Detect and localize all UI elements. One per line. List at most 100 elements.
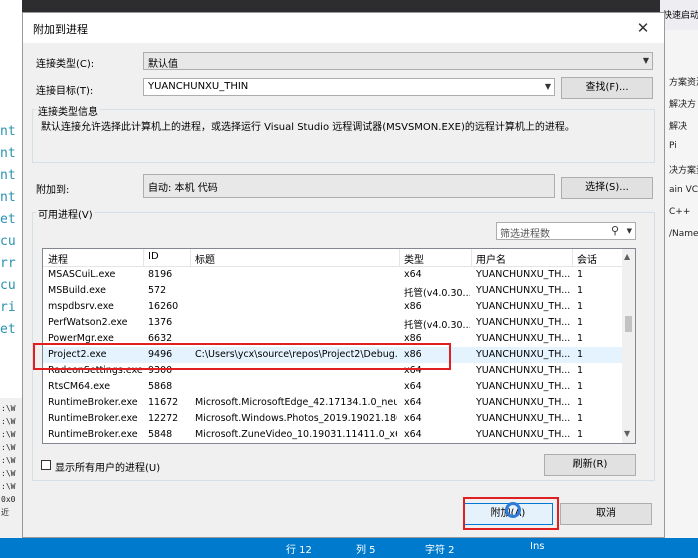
- column-header-title[interactable]: 标题: [195, 251, 215, 266]
- connection-info-title: 连接类型信息: [36, 103, 100, 118]
- process-name: mspdbsrv.exe: [48, 301, 114, 312]
- process-session: 1: [577, 381, 584, 392]
- code-fragment: nt: [0, 190, 16, 205]
- code-fragment: et: [0, 322, 16, 337]
- solution-explorer-text: /Name: [669, 229, 698, 239]
- process-id: 572: [148, 285, 167, 296]
- close-icon[interactable]: ✕: [631, 16, 655, 40]
- table-row[interactable]: PerfWatson2.exe 1376 托管(v4.0.30... YUANCHUN…: [43, 315, 623, 331]
- column-divider[interactable]: [572, 249, 573, 266]
- process-user: YUANCHUNXU_TH...: [476, 413, 571, 424]
- process-type: x86: [404, 301, 422, 312]
- connection-target-combobox[interactable]: YUANCHUNXU_THIN ▼: [143, 78, 555, 96]
- table-row[interactable]: RuntimeBroker.exe 5848 Microsoft.ZuneVideo…: [43, 427, 623, 443]
- process-user: YUANCHUNXU_TH...: [476, 381, 571, 392]
- chevron-down-icon[interactable]: ▼: [627, 227, 632, 235]
- table-row[interactable]: mspdbsrv.exe 16260 x86 YUANCHUNXU_TH... 1: [43, 299, 623, 315]
- status-line: 行 12: [286, 545, 312, 556]
- column-divider[interactable]: [143, 249, 144, 266]
- code-fragment: cu: [0, 278, 16, 293]
- dialog-titlebar: 附加到进程 ✕: [23, 13, 664, 43]
- solution-explorer-text: Pi: [669, 141, 677, 151]
- show-all-users-checkbox[interactable]: [41, 460, 51, 470]
- process-id: 5868: [148, 381, 173, 392]
- select-code-type-button[interactable]: 选择(S)...: [561, 177, 653, 199]
- process-session: 1: [577, 333, 584, 344]
- column-header-id[interactable]: ID: [148, 251, 159, 265]
- table-row[interactable]: MSBuild.exe 572 托管(v4.0.30... YUANCHUNXU_TH…: [43, 283, 623, 299]
- refresh-button[interactable]: 刷新(R): [544, 454, 636, 476]
- filter-placeholder: 筛选进程数: [500, 229, 550, 240]
- dialog-title: 附加到进程: [33, 23, 88, 36]
- code-fragment: et: [0, 212, 16, 227]
- code-fragment: nt: [0, 168, 16, 183]
- process-user: YUANCHUNXU_TH...: [476, 333, 571, 344]
- process-user: YUANCHUNXU_TH...: [476, 301, 571, 312]
- process-name: RuntimeBroker.exe: [48, 413, 138, 424]
- process-type: x64: [404, 397, 422, 408]
- column-header-session[interactable]: 会话: [577, 251, 597, 266]
- highlight-box-attach: [463, 497, 559, 530]
- process-user: YUANCHUNXU_TH...: [476, 317, 571, 328]
- status-mode: Ins: [530, 541, 545, 552]
- scrollbar-thumb[interactable]: [625, 316, 632, 332]
- column-header-process[interactable]: 进程: [48, 251, 68, 266]
- process-user: YUANCHUNXU_TH...: [476, 429, 571, 440]
- column-divider[interactable]: [471, 249, 472, 266]
- connection-target-value: YUANCHUNXU_THIN: [148, 81, 249, 92]
- table-row[interactable]: RuntimeBroker.exe 11672 Microsoft.Microsof…: [43, 395, 623, 411]
- process-session: 1: [577, 301, 584, 312]
- process-session: 1: [577, 397, 584, 408]
- process-session: 1: [577, 317, 584, 328]
- connection-type-value: 默认值: [148, 59, 178, 70]
- quick-launch-area: 快速启动 (Ctrl+: [660, 0, 698, 30]
- table-row[interactable]: RtsCM64.exe 5868 x64 YUANCHUNXU_TH... 1: [43, 379, 623, 395]
- table-row[interactable]: MSASCuiL.exe 8196 x64 YUANCHUNXU_TH... 1: [43, 267, 623, 283]
- output-panel-background: :\W :\W :\W :\W :\W :\W :\W 0x0 近: [0, 398, 22, 538]
- chevron-down-icon: ▼: [642, 56, 649, 65]
- chevron-down-icon[interactable]: ▼: [624, 429, 630, 438]
- attach-to-label: 附加到:: [36, 185, 70, 196]
- solution-explorer-text: 决方案资: [669, 166, 698, 176]
- process-user: YUANCHUNXU_TH...: [476, 397, 571, 408]
- column-divider[interactable]: [190, 249, 191, 266]
- process-id: 5848: [148, 429, 173, 440]
- output-text: :\W :\W :\W :\W :\W :\W :\W 0x0 近: [1, 404, 16, 517]
- attach-to-field: 自动: 本机 代码: [143, 174, 555, 198]
- process-session: 1: [577, 269, 584, 280]
- chevron-up-icon[interactable]: ▲: [624, 252, 630, 261]
- chevron-down-icon: ▼: [544, 82, 551, 91]
- process-title: Microsoft.ZuneVideo_10.19031.11411.0_x64…: [195, 429, 397, 440]
- process-list-scrollbar[interactable]: ▲ ▼: [622, 249, 635, 443]
- status-column: 列 5: [356, 545, 376, 556]
- process-id: 8196: [148, 269, 173, 280]
- process-list-header: 进程 ID 标题 类型 用户名 会话: [43, 249, 623, 267]
- process-name: RtsCM64.exe: [48, 381, 111, 392]
- process-session: 1: [577, 365, 584, 376]
- column-header-type[interactable]: 类型: [404, 251, 424, 266]
- process-name: RuntimeBroker.exe: [48, 397, 138, 408]
- process-id: 12272: [148, 413, 179, 424]
- connection-type-dropdown[interactable]: 默认值 ▼: [143, 52, 653, 70]
- code-fragment: rr: [0, 256, 16, 271]
- process-type: 托管(v4.0.30...: [404, 320, 470, 331]
- available-processes-title: 可用进程(V): [36, 206, 95, 221]
- attach-to-process-dialog: 附加到进程 ✕ 连接类型(C): 默认值 ▼ 连接目标(T): YUANCHUN…: [22, 12, 665, 538]
- process-name: PerfWatson2.exe: [48, 317, 128, 328]
- show-all-users-label[interactable]: 显示所有用户的进程(U): [55, 459, 160, 474]
- column-divider[interactable]: [399, 249, 400, 266]
- filter-process-input[interactable]: 筛选进程数 ⚲ ▼: [496, 222, 636, 240]
- column-header-username[interactable]: 用户名: [476, 251, 506, 266]
- process-id: 16260: [148, 301, 179, 312]
- process-user: YUANCHUNXU_TH...: [476, 269, 571, 280]
- highlight-box-project2: [33, 343, 451, 370]
- process-type: x64: [404, 429, 422, 440]
- code-fragment: cu: [0, 234, 16, 249]
- process-session: 1: [577, 349, 584, 360]
- table-row[interactable]: RuntimeBroker.exe 12272 Microsoft.Windows.…: [43, 411, 623, 427]
- process-id: 1376: [148, 317, 173, 328]
- find-button[interactable]: 查找(F)...: [561, 77, 653, 99]
- process-name: MSBuild.exe: [48, 285, 106, 296]
- solution-explorer-text: 解决方: [669, 100, 697, 110]
- cancel-button[interactable]: 取消: [560, 503, 652, 525]
